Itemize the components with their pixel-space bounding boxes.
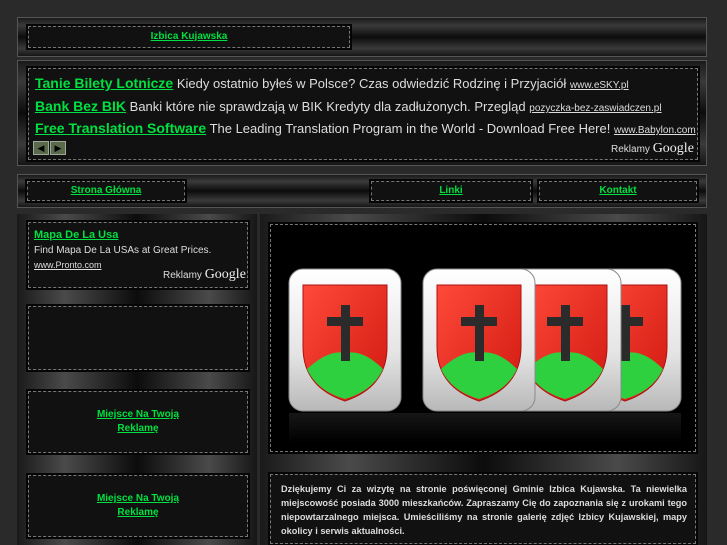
ads-box: Tanie Bilety Lotnicze Kiedy ostatnio był… [26,66,700,162]
ad-3-text: The Leading Translation Program in the W… [209,121,611,136]
place-ad-1-line1[interactable]: Miejsce Na Twoją [29,409,247,420]
ad-3-title[interactable]: Free Translation Software [35,120,206,136]
side-ad-box: Mapa De La Usa Find Mapa De La USAs at G… [26,220,250,290]
nav-links-box: Linki [369,179,533,203]
nav-contact-box: Kontakt [537,179,699,203]
nav-contact-link[interactable]: Kontakt [540,185,696,196]
place-ad-box-1: Miejsce Na Twoją Reklamę [26,389,250,455]
ad-1-url[interactable]: www.eSKY.pl [570,80,629,91]
side-google-logo: Google [204,267,246,282]
side-ads-attribution[interactable]: Reklamy Google [163,267,246,283]
ad-3[interactable]: Free Translation Software The Leading Tr… [35,120,696,136]
nav-home-link[interactable]: Strona Główna [28,185,184,196]
banner-box [268,222,698,454]
intro-text: Dziękujemy Ci za wizytę na stronie poświ… [281,484,687,536]
ad-2-title[interactable]: Bank Bez BIK [35,98,126,114]
ad-1[interactable]: Tanie Bilety Lotnicze Kiedy ostatnio był… [35,75,629,91]
ad-2-text: Banki które nie sprawdzają w BIK Kredyty… [129,99,526,114]
nav-home-box: Strona Główna [25,179,187,203]
side-empty-box [26,304,250,372]
ads-attribution[interactable]: Reklamy Google [611,141,694,157]
nav-links-link[interactable]: Linki [372,185,530,196]
side-ad-title[interactable]: Mapa De La Usa [34,229,118,241]
ad-1-text: Kiedy ostatnio byłeś w Polsce? Czas odwi… [176,76,567,91]
side-ad-url[interactable]: www.Pronto.com [34,260,102,270]
ad-2-url[interactable]: pozyczka-bez-zaswiadczen.pl [529,103,661,114]
ad-3-url[interactable]: www.Babylon.com [614,125,696,136]
header-title-box: Izbica Kujawska [26,24,352,50]
intro-box: Dziękujemy Ci za wizytę na stronie poświ… [268,472,698,545]
reklamy-label: Reklamy [611,144,650,155]
side-reklamy-label: Reklamy [163,270,202,281]
header-title-link[interactable]: Izbica Kujawska [29,31,349,42]
place-ad-1-line2[interactable]: Reklamę [29,423,247,434]
ad-1-title[interactable]: Tanie Bilety Lotnicze [35,75,173,91]
ad-2[interactable]: Bank Bez BIK Banki które nie sprawdzają … [35,98,662,114]
google-logo: Google [652,141,694,156]
place-ad-box-2: Miejsce Na Twoją Reklamę [26,473,250,539]
side-ad-text: Find Mapa De La USAs at Great Prices. [34,245,212,256]
coat-of-arms-banner [288,268,682,443]
next-arrow-icon[interactable]: ▶ [50,141,66,155]
place-ad-2-line2[interactable]: Reklamę [29,507,247,518]
prev-arrow-icon[interactable]: ◀ [33,141,49,155]
place-ad-2-line1[interactable]: Miejsce Na Twoją [29,493,247,504]
